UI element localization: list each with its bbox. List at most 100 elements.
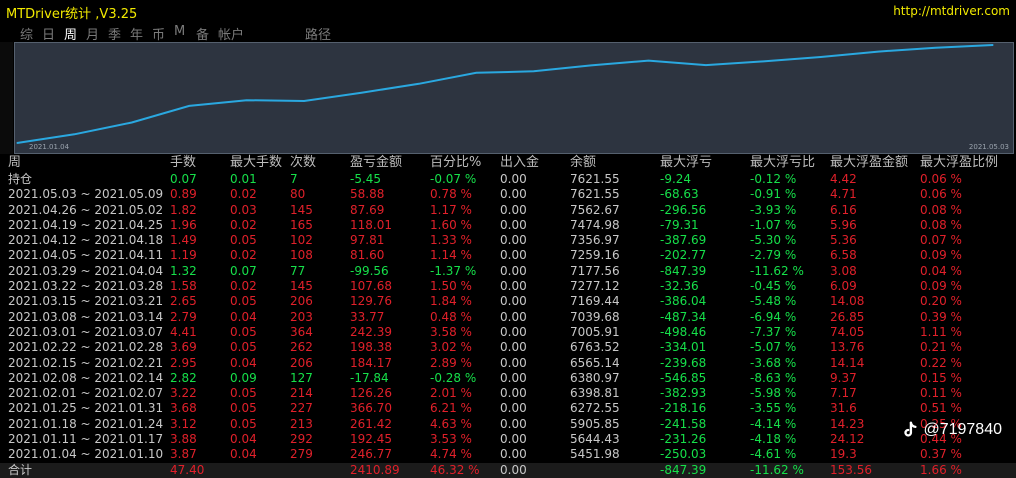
- tab-6[interactable]: 币: [152, 24, 165, 43]
- tab-1[interactable]: 日: [42, 24, 55, 43]
- column-header[interactable]: 盈亏金额: [350, 154, 402, 172]
- cell-balance: 5905.85: [570, 416, 620, 431]
- cell-balance: 7474.98: [570, 217, 620, 232]
- cell-max-dd-pct: -3.55 %: [750, 401, 797, 416]
- cell-io: 0.00: [500, 233, 527, 248]
- holding-row[interactable]: 持仓 0.07 0.01 7 -5.45 -0.07 % 0.00 7621.55 -9.24 -…: [0, 172, 1016, 187]
- cell-max-dd: -218.16: [660, 401, 707, 416]
- table-row[interactable]: 2021.02.22 ~ 2021.02.28 3.69 0.05 262 198.38…: [0, 340, 1016, 355]
- table-row[interactable]: 2021.03.08 ~ 2021.03.14 2.79 0.04 203 33.77 0…: [0, 310, 1016, 325]
- cell-max-fp: 3.08: [830, 263, 857, 278]
- cell-count: 213: [290, 416, 313, 431]
- cell-max-lots: 0.02: [230, 279, 257, 294]
- cell-max-fp-pct: 0.09 %: [920, 248, 962, 263]
- column-header[interactable]: 出入金: [500, 154, 539, 172]
- equity-chart-svg: [16, 44, 994, 144]
- cell-max-fp: 31.6: [830, 401, 857, 416]
- tab-0[interactable]: 综: [20, 24, 33, 43]
- cell-max-dd: -487.34: [660, 309, 707, 324]
- cell-count: 108: [290, 248, 313, 263]
- table-row[interactable]: 2021.04.26 ~ 2021.05.02 1.82 0.03 145 87.69 1…: [0, 203, 1016, 218]
- cell-pct: 46.32 %: [430, 462, 480, 477]
- cell-max-lots: 0.03: [230, 202, 257, 217]
- table-row[interactable]: 2021.04.19 ~ 2021.04.25 1.96 0.02 165 118.01…: [0, 218, 1016, 233]
- cell-io: 0.00: [500, 217, 527, 232]
- cell-max-fp: 13.76: [830, 340, 865, 355]
- table-row[interactable]: 2021.02.01 ~ 2021.02.07 3.22 0.05 214 126.26…: [0, 386, 1016, 401]
- cell-max-dd-pct: -4.14 %: [750, 416, 797, 431]
- row-label: 2021.03.08 ~ 2021.03.14: [8, 309, 164, 324]
- tab-10[interactable]: 路径: [305, 24, 331, 43]
- column-header[interactable]: 最大浮盈比例: [920, 154, 998, 172]
- column-header[interactable]: 百分比%: [430, 154, 481, 172]
- cell-max-fp: 14.08: [830, 294, 865, 309]
- row-label: 2021.03.15 ~ 2021.03.21: [8, 294, 164, 309]
- table-row[interactable]: 2021.01.18 ~ 2021.01.24 3.12 0.05 213 261.42…: [0, 417, 1016, 432]
- tab-3[interactable]: 月: [86, 24, 99, 43]
- row-label: 2021.04.19 ~ 2021.04.25: [8, 217, 164, 232]
- tab-9[interactable]: 帐户: [218, 24, 244, 43]
- table-row[interactable]: 2021.01.11 ~ 2021.01.17 3.88 0.04 292 192.45…: [0, 432, 1016, 447]
- cell-io: 0.00: [500, 263, 527, 278]
- tab-5[interactable]: 年: [130, 24, 143, 43]
- balance-point: [360, 92, 363, 94]
- cell-max-fp-pct: 0.06 %: [920, 187, 962, 202]
- cell-io: 0.00: [500, 248, 527, 263]
- table-row[interactable]: 2021.02.08 ~ 2021.02.14 2.82 0.09 127 -17.84…: [0, 371, 1016, 386]
- cell-max-dd: -239.68: [660, 355, 707, 370]
- table-row[interactable]: 2021.04.05 ~ 2021.04.11 1.19 0.02 108 81.60 1…: [0, 248, 1016, 263]
- balance-point: [303, 100, 305, 102]
- cell-max-fp-pct: 0.06 %: [920, 172, 962, 186]
- cell-max-dd: -79.31: [660, 217, 699, 232]
- column-header[interactable]: 周: [8, 154, 170, 172]
- tab-4[interactable]: 季: [108, 24, 121, 43]
- balance-point: [762, 60, 764, 62]
- balance-point: [16, 142, 18, 144]
- row-label: 2021.05.03 ~ 2021.05.09: [8, 187, 164, 202]
- table-row[interactable]: 2021.04.12 ~ 2021.04.18 1.49 0.05 102 97.81 1…: [0, 233, 1016, 248]
- cell-max-dd: -546.85: [660, 370, 707, 385]
- cell-lots: 47.40: [170, 462, 205, 477]
- table-row[interactable]: 2021.03.15 ~ 2021.03.21 2.65 0.05 206 129.76…: [0, 294, 1016, 309]
- website-link[interactable]: http://mtdriver.com: [893, 4, 1010, 18]
- table-row[interactable]: 2021.03.29 ~ 2021.04.04 1.32 0.07 77 -99.56 -…: [0, 264, 1016, 279]
- cell-max-dd: -847.39: [660, 263, 707, 278]
- table-row[interactable]: 2021.01.25 ~ 2021.01.31 3.68 0.05 227 366.70…: [0, 401, 1016, 416]
- balance-point: [590, 64, 592, 67]
- column-header[interactable]: 次数: [290, 154, 316, 172]
- cell-max-dd-pct: -4.18 %: [750, 432, 797, 447]
- tab-8[interactable]: 备: [196, 24, 209, 43]
- column-header[interactable]: 手数: [170, 154, 196, 172]
- cell-count: 203: [290, 309, 313, 324]
- cell-max-lots: 0.05: [230, 416, 257, 431]
- tab-2[interactable]: 周: [64, 24, 77, 43]
- table-row[interactable]: 2021.03.22 ~ 2021.03.28 1.58 0.02 145 107.68…: [0, 279, 1016, 294]
- cell-max-lots: 0.04: [230, 432, 257, 447]
- column-header[interactable]: 余额: [570, 154, 596, 172]
- total-row[interactable]: 合计 47.40 2410.89 46.32 % 0.00 -847.39 -11.62 %…: [0, 462, 1016, 478]
- column-header[interactable]: 最大浮亏比: [750, 154, 815, 172]
- cell-max-dd: -847.39: [660, 462, 707, 477]
- cell-max-dd-pct: -0.12 %: [750, 172, 797, 186]
- cell-max-lots: 0.07: [230, 263, 257, 278]
- cell-balance: 7177.56: [570, 263, 620, 278]
- column-header[interactable]: 最大浮盈金额: [830, 154, 908, 172]
- cell-count: 206: [290, 355, 313, 370]
- tab-7[interactable]: M: [174, 24, 185, 39]
- cell-lots: 1.96: [170, 217, 197, 232]
- cell-io: 0.00: [500, 279, 527, 294]
- cell-max-dd: -334.01: [660, 340, 707, 355]
- balance-point: [533, 70, 535, 72]
- row-label: 2021.02.15 ~ 2021.02.21: [8, 355, 164, 370]
- column-header[interactable]: 最大浮亏: [660, 154, 712, 172]
- table-row[interactable]: 2021.03.01 ~ 2021.03.07 4.41 0.05 364 242.39…: [0, 325, 1016, 340]
- cell-io: 0.00: [500, 370, 527, 385]
- cell-max-fp-pct: 0.08 %: [920, 202, 962, 217]
- row-label: 2021.01.25 ~ 2021.01.31: [8, 401, 164, 416]
- cell-balance: 7039.68: [570, 309, 620, 324]
- row-label: 2021.02.01 ~ 2021.02.07: [8, 386, 164, 401]
- table-row[interactable]: 2021.02.15 ~ 2021.02.21 2.95 0.04 206 184.17…: [0, 356, 1016, 371]
- table-row[interactable]: 2021.05.03 ~ 2021.05.09 0.89 0.02 80 58.88 0.…: [0, 187, 1016, 202]
- cell-pct: 3.58 %: [430, 324, 472, 339]
- column-header[interactable]: 最大手数: [230, 154, 282, 172]
